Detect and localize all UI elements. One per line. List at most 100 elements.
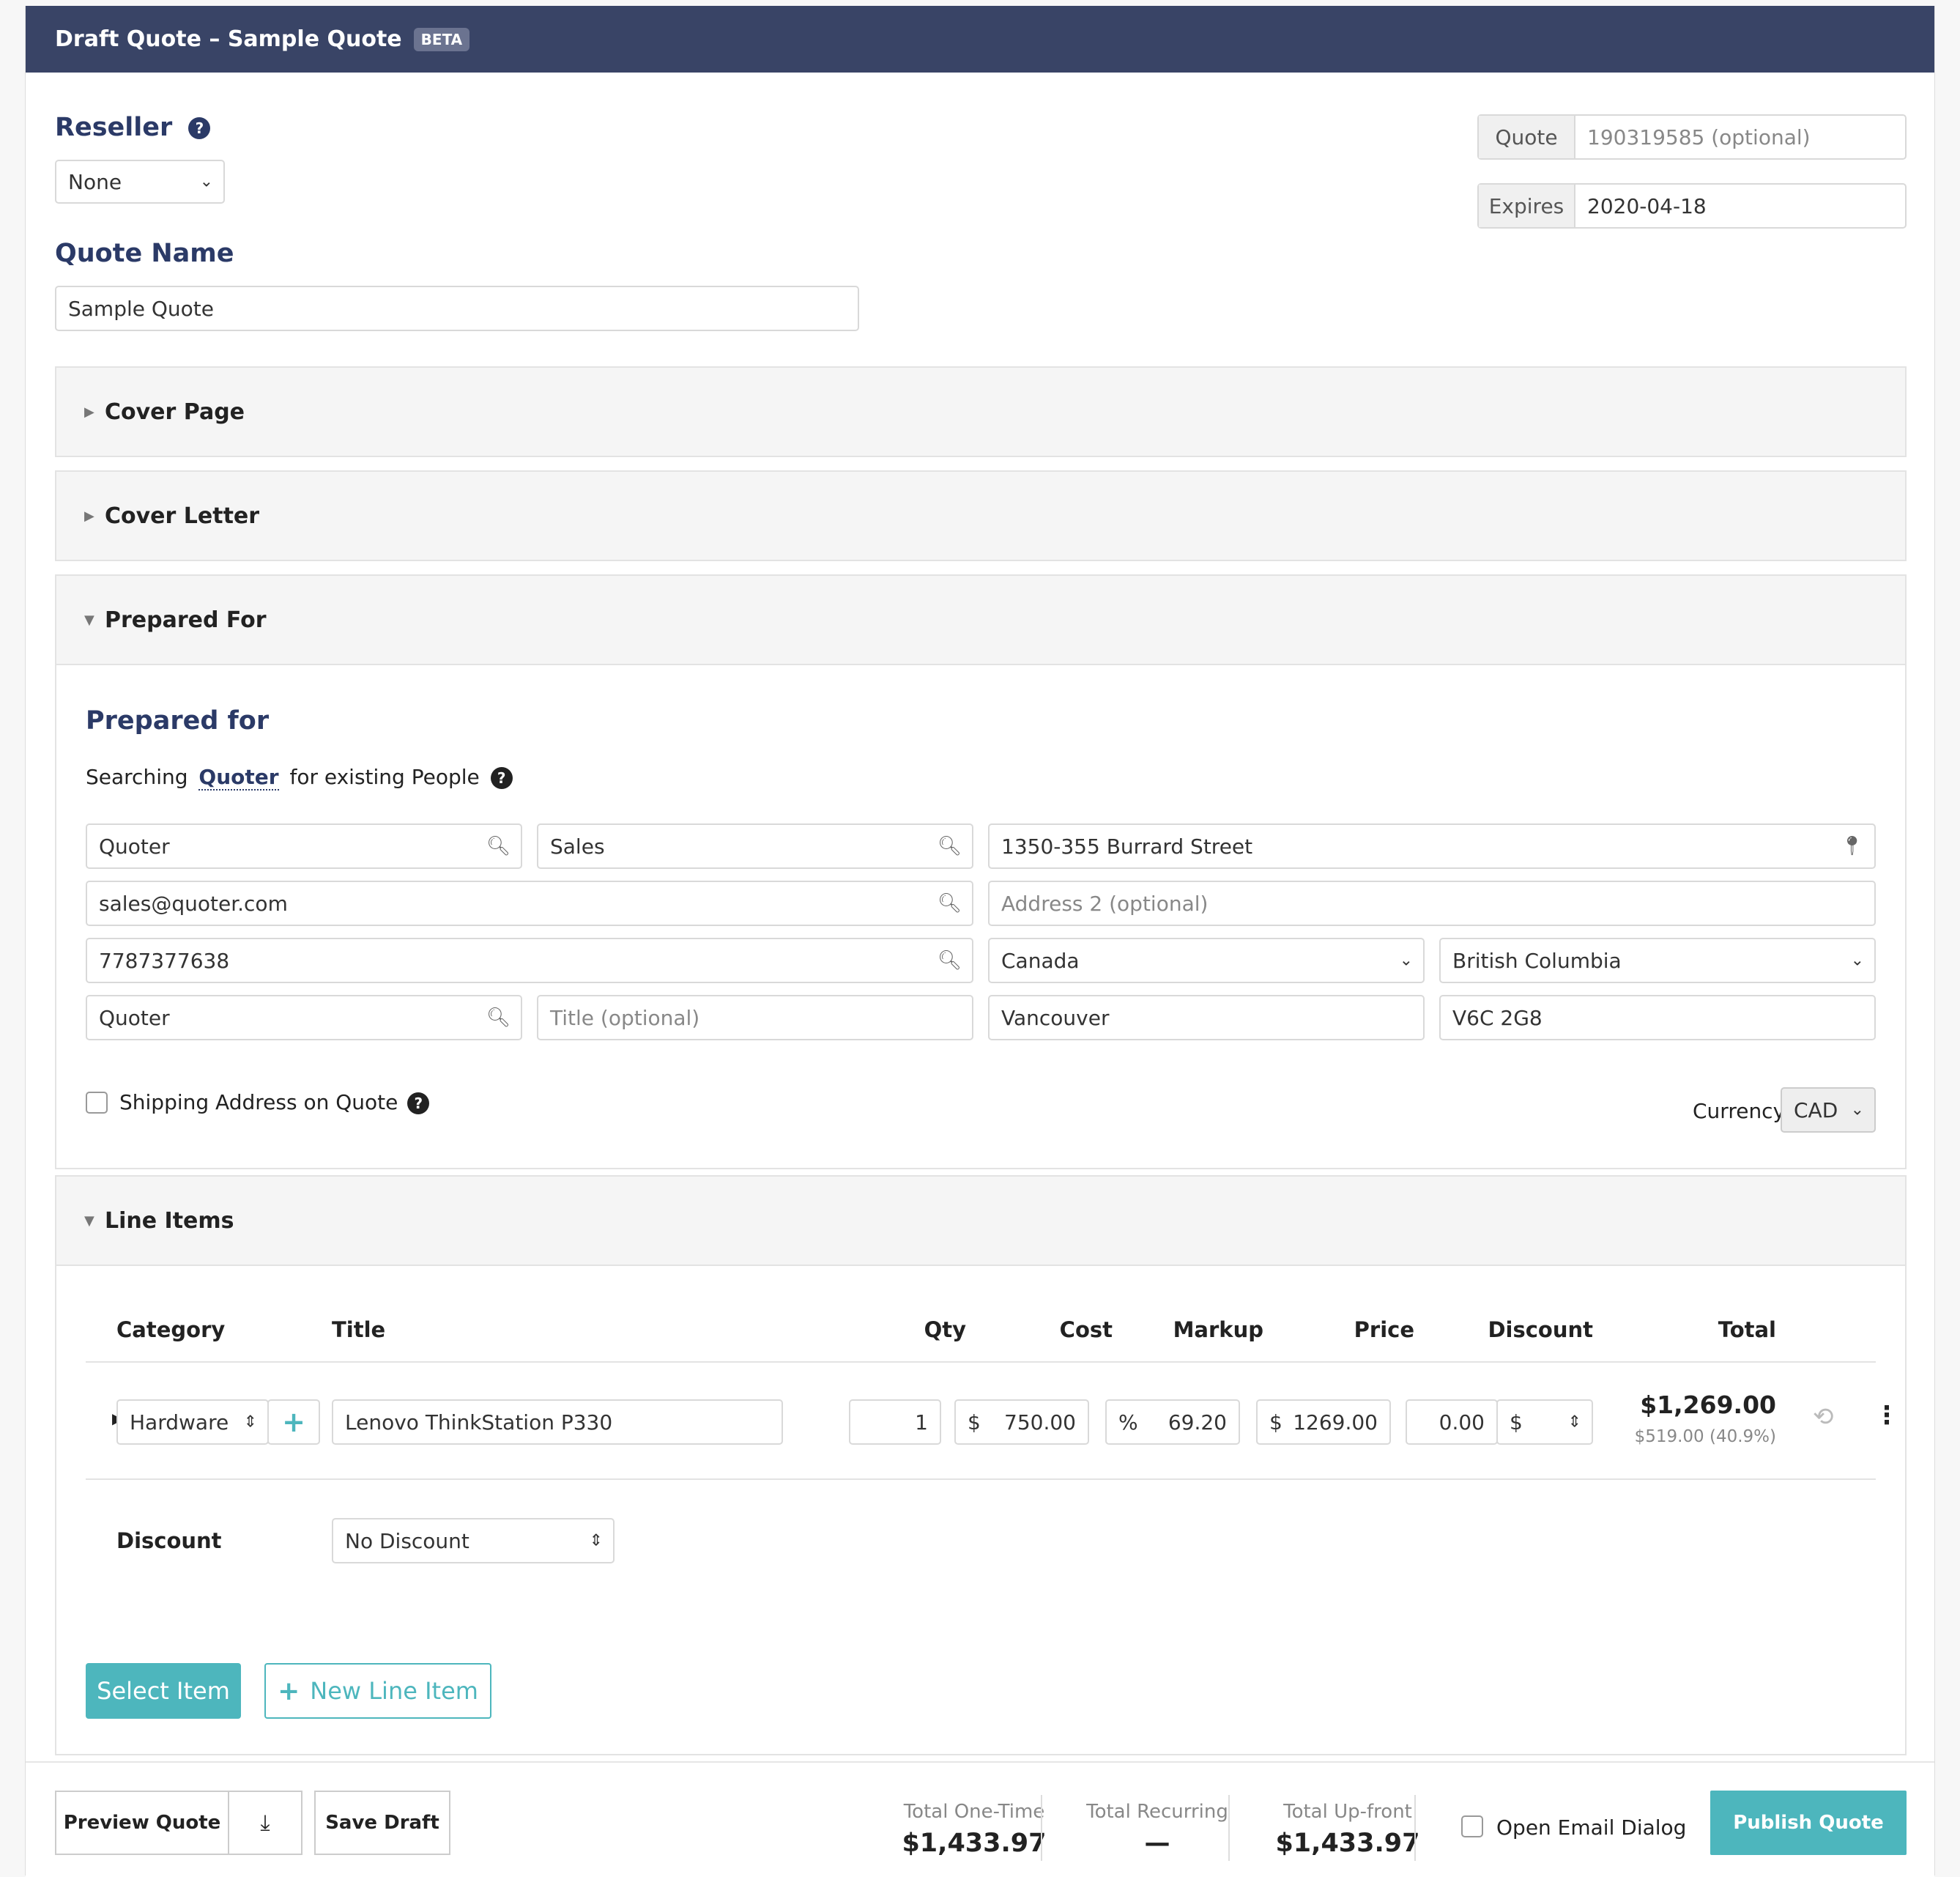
reseller-heading: Reseller ?: [55, 113, 211, 142]
col-cost: Cost: [1059, 1317, 1113, 1342]
recurring-icon[interactable]: ⟲: [1813, 1402, 1834, 1432]
search-icon: 🔍︎: [937, 892, 962, 914]
expires-value: 2020-04-18: [1587, 193, 1707, 218]
question-icon[interactable]: ?: [490, 767, 513, 789]
discount-value: 0.00: [1439, 1410, 1485, 1434]
currency-select[interactable]: CAD ⌄: [1781, 1087, 1876, 1133]
shipping-address-label: Shipping Address on Quote ?: [119, 1090, 430, 1114]
chevron-down-icon: ⌄: [199, 172, 213, 191]
map-marker-icon: 📍︎: [1839, 835, 1864, 857]
new-line-item-button[interactable]: + New Line Item: [264, 1663, 491, 1719]
markup-input[interactable]: % 69.20: [1105, 1399, 1240, 1445]
row-margin: $519.00 (40.9%): [1634, 1427, 1776, 1446]
search-prefix: Searching: [86, 765, 188, 789]
cost-input[interactable]: $ 750.00: [954, 1399, 1089, 1445]
save-draft-label: Save Draft: [325, 1812, 439, 1834]
address2-placeholder: Address 2 (optional): [1001, 891, 1209, 916]
shipping-label-text: Shipping Address on Quote: [119, 1090, 398, 1114]
plus-icon: +: [282, 1406, 305, 1438]
total-one-time-label: Total One-Time: [903, 1801, 1045, 1823]
postal-code-input[interactable]: V6C 2G8: [1439, 995, 1876, 1040]
col-category: Category: [116, 1317, 226, 1342]
sort-icon: ⇕: [589, 1531, 603, 1550]
prepared-for-label: Prepared For: [105, 607, 267, 633]
address2-input[interactable]: Address 2 (optional): [988, 881, 1876, 926]
question-icon[interactable]: ?: [407, 1092, 430, 1114]
price-value: 1269.00: [1293, 1410, 1378, 1434]
reseller-select[interactable]: None ⌄: [55, 160, 225, 204]
col-discount: Discount: [1488, 1317, 1593, 1342]
line-items-label: Line Items: [105, 1207, 234, 1234]
cover-letter-section[interactable]: ▶ Cover Letter: [55, 470, 1907, 561]
discount-type-value: $: [1510, 1410, 1523, 1434]
province-value: British Columbia: [1452, 948, 1622, 973]
expires-field[interactable]: Expires 2020-04-18: [1477, 183, 1907, 229]
markup-percent-symbol: %: [1118, 1410, 1138, 1434]
download-icon: ⤓: [260, 1810, 270, 1836]
publish-quote-label: Publish Quote: [1733, 1812, 1884, 1834]
chevron-down-icon: ⌄: [1850, 1100, 1864, 1119]
item-title-value: Lenovo ThinkStation P330: [345, 1410, 613, 1434]
add-category-button[interactable]: +: [267, 1399, 320, 1445]
price-input[interactable]: $ 1269.00: [1256, 1399, 1391, 1445]
country-select[interactable]: Canada ⌄: [988, 938, 1425, 983]
qty-value: 1: [915, 1410, 928, 1434]
quote-addon: Quote: [1479, 116, 1575, 158]
city-value: Vancouver: [1001, 1005, 1110, 1030]
chevron-down-icon: ⌄: [1399, 951, 1413, 970]
search-hint: Searching Quoter for existing People ?: [86, 765, 513, 791]
quote-number-field[interactable]: Quote 190319585 (optional): [1477, 114, 1907, 160]
title-input[interactable]: Title (optional): [537, 995, 973, 1040]
select-item-label: Select Item: [97, 1677, 230, 1705]
first-name-input[interactable]: Quoter 🔍︎: [86, 823, 522, 869]
open-email-checkbox[interactable]: [1461, 1815, 1483, 1837]
kebab-menu-icon[interactable]: ⋮: [1874, 1401, 1899, 1430]
quote-discount-value: No Discount: [345, 1528, 469, 1553]
quote-discount-select[interactable]: No Discount ⇕: [332, 1518, 615, 1563]
currency-label: Currency: [1693, 1099, 1786, 1123]
phone-input[interactable]: 7787377638 🔍︎: [86, 938, 973, 983]
caret-right-icon: ▶: [84, 404, 94, 420]
search-source-link[interactable]: Quoter: [198, 765, 279, 791]
cost-value: 750.00: [1004, 1410, 1076, 1434]
col-total: Total: [1718, 1317, 1776, 1342]
header-divider: [86, 1361, 1876, 1363]
chevron-down-icon: ⌄: [1850, 951, 1864, 970]
city-input[interactable]: Vancouver: [988, 995, 1425, 1040]
discount-type-select[interactable]: $ ⇕: [1496, 1399, 1593, 1445]
province-select[interactable]: British Columbia ⌄: [1439, 938, 1876, 983]
organization-input[interactable]: Quoter 🔍︎: [86, 995, 522, 1040]
category-value: Hardware: [130, 1410, 229, 1434]
last-name-input[interactable]: Sales 🔍︎: [537, 823, 973, 869]
line-items-section[interactable]: ▼ Line Items: [55, 1175, 1907, 1266]
prepared-for-section[interactable]: ▼ Prepared For: [55, 574, 1907, 665]
download-button[interactable]: ⤓: [228, 1791, 302, 1855]
save-draft-button[interactable]: Save Draft: [314, 1791, 450, 1855]
quote-name-input[interactable]: Sample Quote: [55, 286, 859, 331]
caret-right-icon: ▶: [84, 508, 94, 524]
search-icon: 🔍︎: [937, 949, 962, 971]
publish-quote-button[interactable]: Publish Quote: [1710, 1791, 1907, 1855]
email-input[interactable]: sales@quoter.com 🔍︎: [86, 881, 973, 926]
markup-value: 69.20: [1168, 1410, 1227, 1434]
new-line-item-label: New Line Item: [310, 1677, 478, 1705]
item-title-input[interactable]: Lenovo ThinkStation P330: [332, 1399, 783, 1445]
question-icon[interactable]: ?: [188, 117, 211, 139]
row-divider: [86, 1478, 1876, 1480]
category-select[interactable]: Hardware ⇕: [116, 1399, 269, 1445]
prepared-for-heading: Prepared for: [86, 706, 270, 736]
postal-code-value: V6C 2G8: [1452, 1005, 1543, 1030]
search-icon: 🔍︎: [937, 835, 962, 857]
address1-input[interactable]: 1350-355 Burrard Street 📍︎: [988, 823, 1876, 869]
discount-input[interactable]: 0.00: [1406, 1399, 1498, 1445]
cover-letter-label: Cover Letter: [105, 503, 260, 529]
qty-input[interactable]: 1: [849, 1399, 941, 1445]
cover-page-section[interactable]: ▶ Cover Page: [55, 366, 1907, 457]
currency-value: CAD: [1794, 1097, 1838, 1122]
preview-quote-button[interactable]: Preview Quote: [55, 1791, 229, 1855]
select-item-button[interactable]: Select Item: [86, 1663, 241, 1719]
shipping-address-checkbox[interactable]: [86, 1092, 108, 1114]
search-icon: 🔍︎: [486, 1007, 511, 1029]
country-value: Canada: [1001, 948, 1080, 973]
quote-name-value: Sample Quote: [68, 296, 215, 321]
